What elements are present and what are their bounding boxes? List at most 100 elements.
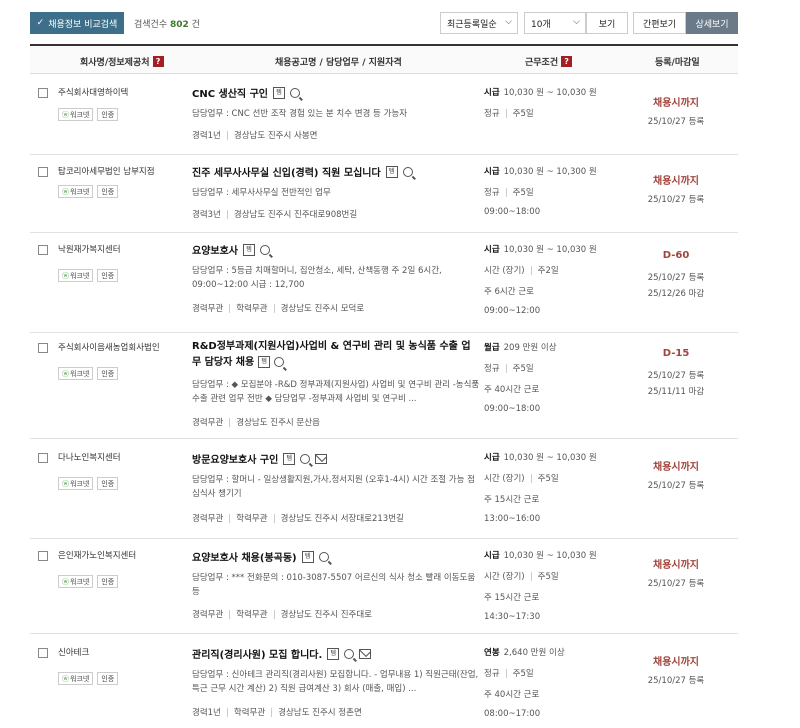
job-title[interactable]: 방문요양보호사 구인 xyxy=(192,451,278,466)
job-title[interactable]: CNC 생산직 구인 xyxy=(192,85,268,100)
work-time-value: 14:30~17:30 xyxy=(484,612,541,622)
company-name[interactable]: 신아테크 xyxy=(58,646,89,658)
education-requirement: 학력무관 xyxy=(236,514,268,524)
job-title[interactable]: 요양보호사 xyxy=(192,242,238,257)
document-icon[interactable]: 템 xyxy=(258,356,271,368)
search-icon[interactable] xyxy=(260,244,270,255)
work-time: 14:30~17:30 xyxy=(484,612,540,622)
work-hours: 주 15시간 근로 xyxy=(484,493,539,505)
work-hours-value: 주 15시간 근로 xyxy=(484,593,540,603)
registered-date: 25/10/27 등록 xyxy=(647,117,705,127)
mail-icon[interactable] xyxy=(359,648,372,659)
toolbar: ✓ 채용정보 비교검색 검색건수 802 건 최근등록일순 ⌵ 10개 ⌵ 보기… xyxy=(30,12,738,34)
career-requirement: 경력1년 xyxy=(192,708,221,718)
job-title[interactable]: R&D정부과제(지원사업)사업비 & 연구비 관리 및 농식품 수출 업무 담당… xyxy=(192,341,471,368)
compare-search-button[interactable]: ✓ 채용정보 비교검색 xyxy=(30,12,124,34)
search-icon[interactable] xyxy=(318,551,329,562)
search-icon[interactable] xyxy=(290,87,301,98)
row-checkbox[interactable] xyxy=(38,167,48,177)
company-name[interactable]: 주식회사이음새농업회사법인 xyxy=(58,341,160,353)
row-checkbox[interactable] xyxy=(38,648,48,658)
chevron-down-icon: ⌵ xyxy=(573,17,580,27)
help-icon[interactable]: ? xyxy=(152,56,164,67)
pay-condition: 시급 10,030 원 ~ 10,030 원 xyxy=(484,451,597,463)
pay-condition: 시급 10,030 원 ~ 10,030 원 xyxy=(484,86,597,98)
document-icon[interactable]: 템 xyxy=(283,452,296,465)
source-tags: ⓦ 워크넷 인증 xyxy=(58,477,119,490)
employment-type: 시간 (장기) xyxy=(484,572,525,582)
deadline-status: D-15 xyxy=(662,348,690,359)
view-button[interactable]: 보기 xyxy=(586,12,628,34)
work-hours-value: 주 6시간 근로 xyxy=(484,287,534,297)
simple-view-button[interactable]: 간편보기 xyxy=(633,12,686,34)
work-hours: 주 15시간 근로 xyxy=(484,591,539,603)
work-hours-value: 주 40시간 근로 xyxy=(484,385,540,395)
source-tags: ⓦ 워크넷 인증 xyxy=(58,367,119,380)
per-page-select[interactable]: 10개 ⌵ xyxy=(524,12,586,34)
pay-condition: 시급 10,030 원 ~ 10,030 원 xyxy=(484,243,597,255)
worknet-tag: ⓦ 워크넷 xyxy=(58,575,94,588)
worknet-tag: ⓦ 워크넷 xyxy=(58,185,94,198)
search-count-label: 검색건수 xyxy=(134,20,168,30)
company-name[interactable]: 주식회사대영하이텍 xyxy=(58,86,128,98)
company-name[interactable]: 다나노인복지센터 xyxy=(58,451,121,463)
document-icon[interactable]: 템 xyxy=(327,647,340,660)
job-qualifications: 경력1년 경상남도 진주시 사봉면 xyxy=(192,129,317,141)
job-location: 경상남도 진주시 사봉면 xyxy=(233,131,318,141)
mail-icon[interactable] xyxy=(315,453,328,464)
career-requirement: 경력3년 xyxy=(192,210,221,220)
document-icon[interactable]: 템 xyxy=(385,165,398,178)
detail-view-button[interactable]: 상세보기 xyxy=(686,12,738,34)
career-requirement: 경력1년 xyxy=(192,131,221,141)
worknet-tag: ⓦ 워크넷 xyxy=(58,672,94,685)
header-conditions: 근무조건 ? xyxy=(525,55,573,68)
job-title[interactable]: 요양보호사 채용(봉곡동) xyxy=(192,549,297,564)
worknet-tag-label: 워크넷 xyxy=(70,271,90,280)
document-icon[interactable]: 템 xyxy=(273,86,286,99)
deadline-status: 채용시까지 xyxy=(653,176,699,187)
row-checkbox[interactable] xyxy=(38,245,48,255)
closing-date: 25/12/26 마감 xyxy=(647,289,705,299)
row-checkbox[interactable] xyxy=(38,551,48,561)
education-requirement: 학력무관 xyxy=(236,304,268,314)
pay-type: 시급 xyxy=(484,551,500,561)
worknet-logo-icon: ⓦ xyxy=(62,187,69,196)
company-name[interactable]: 낙원재가복지센터 xyxy=(58,243,121,255)
document-icon[interactable]: 템 xyxy=(243,243,255,256)
job-title-line: 요양보호사 채용(봉곡동) 템 xyxy=(192,549,329,564)
search-icon[interactable] xyxy=(300,453,311,464)
row-checkbox[interactable] xyxy=(38,88,48,98)
registered-date: 25/10/27 등록 xyxy=(647,676,705,686)
job-title[interactable]: 진주 세무사사무실 신입(경력) 직원 모십니다 xyxy=(192,164,381,179)
company-name[interactable]: 탑코리아세무법인 남부지점 xyxy=(58,165,155,177)
search-icon[interactable] xyxy=(274,357,285,367)
work-hours: 주 40시간 근로 xyxy=(484,688,539,700)
career-requirement: 경력무관 xyxy=(192,610,224,620)
employment-type: 정규 xyxy=(484,669,500,679)
job-title[interactable]: 관리직(경리사원) 모집 합니다. xyxy=(192,646,322,661)
help-icon[interactable]: ? xyxy=(561,56,573,67)
worknet-tag-label: 워크넷 xyxy=(70,479,90,488)
pay-type: 시급 xyxy=(484,167,500,177)
employment-type: 정규 xyxy=(484,109,500,119)
sort-select[interactable]: 최근등록일순 ⌵ xyxy=(440,12,518,34)
row-checkbox[interactable] xyxy=(38,343,48,353)
document-icon[interactable]: 템 xyxy=(301,550,314,563)
cert-tag: 인증 xyxy=(97,108,119,121)
work-days: 주5일 xyxy=(512,669,534,679)
row-checkbox[interactable] xyxy=(38,453,48,463)
search-icon[interactable] xyxy=(402,166,413,177)
education-requirement: 학력무관 xyxy=(236,610,268,620)
company-name[interactable]: 은인재가노인복지센터 xyxy=(58,549,136,561)
cert-tag: 인증 xyxy=(97,185,119,198)
job-duty: 담당업무 : 5등급 치매할머니, 집안청소, 세탁, 산책동행 주 2일 6시… xyxy=(192,266,442,290)
job-qualifications: 경력1년 학력무관 경상남도 진주시 정촌면 xyxy=(192,706,362,718)
pay-condition: 연봉 2,640 만원 이상 xyxy=(484,646,565,658)
worknet-tag: ⓦ 워크넷 xyxy=(58,269,94,282)
work-time-value: 09:00~12:00 xyxy=(484,306,541,316)
registered-date: 25/10/27 등록 xyxy=(647,195,705,205)
job-qualifications: 경력무관 학력무관 경상남도 진주시 서장대로213번길 xyxy=(192,512,404,524)
search-icon[interactable] xyxy=(344,648,355,659)
employment-type: 정규 xyxy=(484,364,500,374)
pay-type: 시급 xyxy=(484,245,500,255)
